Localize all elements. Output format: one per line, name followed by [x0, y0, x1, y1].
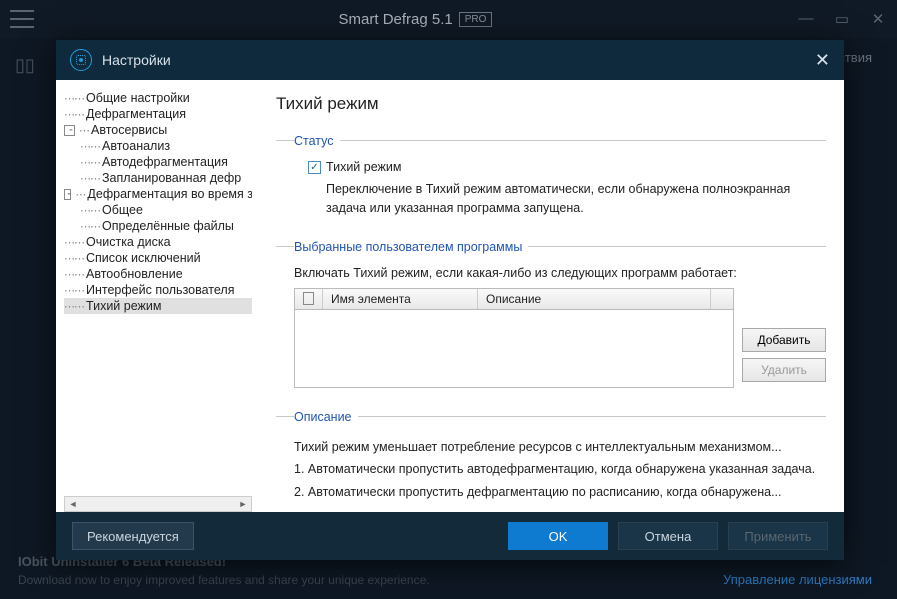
page-title: Тихий режим	[276, 94, 826, 114]
programs-fieldset: Выбранные пользователем программы Включа…	[276, 238, 826, 394]
settings-tree: ⋯⋯Общие настройки ⋯⋯Дефрагментация ╶⋯Авт…	[56, 80, 258, 512]
silent-mode-checkbox[interactable]: ✓	[308, 161, 321, 174]
status-legend: Статус	[294, 134, 340, 148]
ok-button[interactable]: OK	[508, 522, 608, 550]
settings-modal: Настройки ✕ ⋯⋯Общие настройки ⋯⋯Дефрагме…	[56, 40, 844, 560]
recommend-button[interactable]: Рекомендуется	[72, 522, 194, 550]
add-button[interactable]: Добавить	[742, 328, 826, 352]
tree-item-general[interactable]: ⋯⋯Общие настройки	[64, 90, 252, 106]
column-name[interactable]: Имя элемента	[323, 289, 478, 309]
scroll-right-icon[interactable]: ►	[235, 499, 251, 509]
license-link[interactable]: Управление лицензиями	[723, 572, 872, 587]
horizontal-scrollbar[interactable]: ◄ ►	[64, 496, 252, 512]
description-fieldset: Описание Тихий режим уменьшает потреблен…	[276, 408, 826, 510]
tree-item-autoservice[interactable]: ╶⋯Автосервисы	[64, 122, 252, 138]
pro-badge: PRO	[459, 12, 493, 27]
minimize-button[interactable]: —	[797, 10, 815, 28]
tree-item-silent[interactable]: ⋯⋯Тихий режим	[64, 298, 252, 314]
silent-mode-label: Тихий режим	[326, 160, 401, 174]
tree-item-scheduled[interactable]: ⋯⋯Запланированная дефр	[64, 170, 252, 186]
promo-subtitle: Download now to enjoy improved features …	[18, 573, 430, 587]
collapse-icon[interactable]: ╶	[64, 189, 71, 200]
tree-item-boot-files[interactable]: ⋯⋯Определённые файлы	[64, 218, 252, 234]
desc-line-2: 1. Автоматически пропустить автодефрагме…	[294, 458, 826, 481]
collapse-icon[interactable]: ╶	[64, 125, 75, 136]
tree-item-defrag[interactable]: ⋯⋯Дефрагментация	[64, 106, 252, 122]
desc-line-1: Тихий режим уменьшает потребление ресурс…	[294, 436, 826, 459]
scroll-left-icon[interactable]: ◄	[65, 499, 81, 509]
description-legend: Описание	[294, 410, 358, 424]
tree-item-autoanalyze[interactable]: ⋯⋯Автоанализ	[64, 138, 252, 154]
app-title-text: Smart Defrag 5.1	[339, 11, 453, 28]
modal-title: Настройки	[102, 52, 815, 68]
tree-item-boottime[interactable]: ╶⋯Дефрагментация во время з	[64, 186, 252, 202]
apply-button[interactable]: Применить	[728, 522, 828, 550]
cancel-button[interactable]: Отмена	[618, 522, 718, 550]
tree-item-autoupdate[interactable]: ⋯⋯Автообновление	[64, 266, 252, 282]
tree-item-autodefrag[interactable]: ⋯⋯Автодефрагментация	[64, 154, 252, 170]
select-all-checkbox[interactable]	[303, 292, 314, 305]
app-title: Smart Defrag 5.1 PRO	[34, 11, 797, 28]
modal-close-button[interactable]: ✕	[815, 50, 830, 71]
modal-header: Настройки ✕	[56, 40, 844, 80]
app-titlebar: Smart Defrag 5.1 PRO — ▭ ✕	[0, 0, 897, 38]
tree-item-exclusions[interactable]: ⋯⋯Список исключений	[64, 250, 252, 266]
column-description[interactable]: Описание	[478, 289, 711, 309]
tree-item-diskclean[interactable]: ⋯⋯Очистка диска	[64, 234, 252, 250]
modal-footer: Рекомендуется OK Отмена Применить	[56, 512, 844, 560]
tree-item-boot-general[interactable]: ⋯⋯Общее	[64, 202, 252, 218]
delete-button[interactable]: Удалить	[742, 358, 826, 382]
status-description: Переключение в Тихий режим автоматически…	[326, 180, 826, 218]
sidebar-icon: ▯▯	[15, 55, 35, 76]
settings-content: Тихий режим Статус ✓ Тихий режим Переклю…	[258, 80, 844, 512]
status-fieldset: Статус ✓ Тихий режим Переключение в Тихи…	[276, 132, 826, 224]
menu-icon[interactable]	[10, 10, 34, 28]
tree-item-ui[interactable]: ⋯⋯Интерфейс пользователя	[64, 282, 252, 298]
desc-line-3: 2. Автоматически пропустить дефрагментац…	[294, 481, 826, 504]
settings-icon	[70, 49, 92, 71]
programs-legend: Выбранные пользователем программы	[294, 240, 528, 254]
programs-description: Включать Тихий режим, если какая-либо из…	[294, 266, 826, 280]
maximize-button[interactable]: ▭	[833, 10, 851, 28]
close-button[interactable]: ✕	[869, 10, 887, 28]
programs-table[interactable]: Имя элемента Описание	[294, 288, 734, 388]
